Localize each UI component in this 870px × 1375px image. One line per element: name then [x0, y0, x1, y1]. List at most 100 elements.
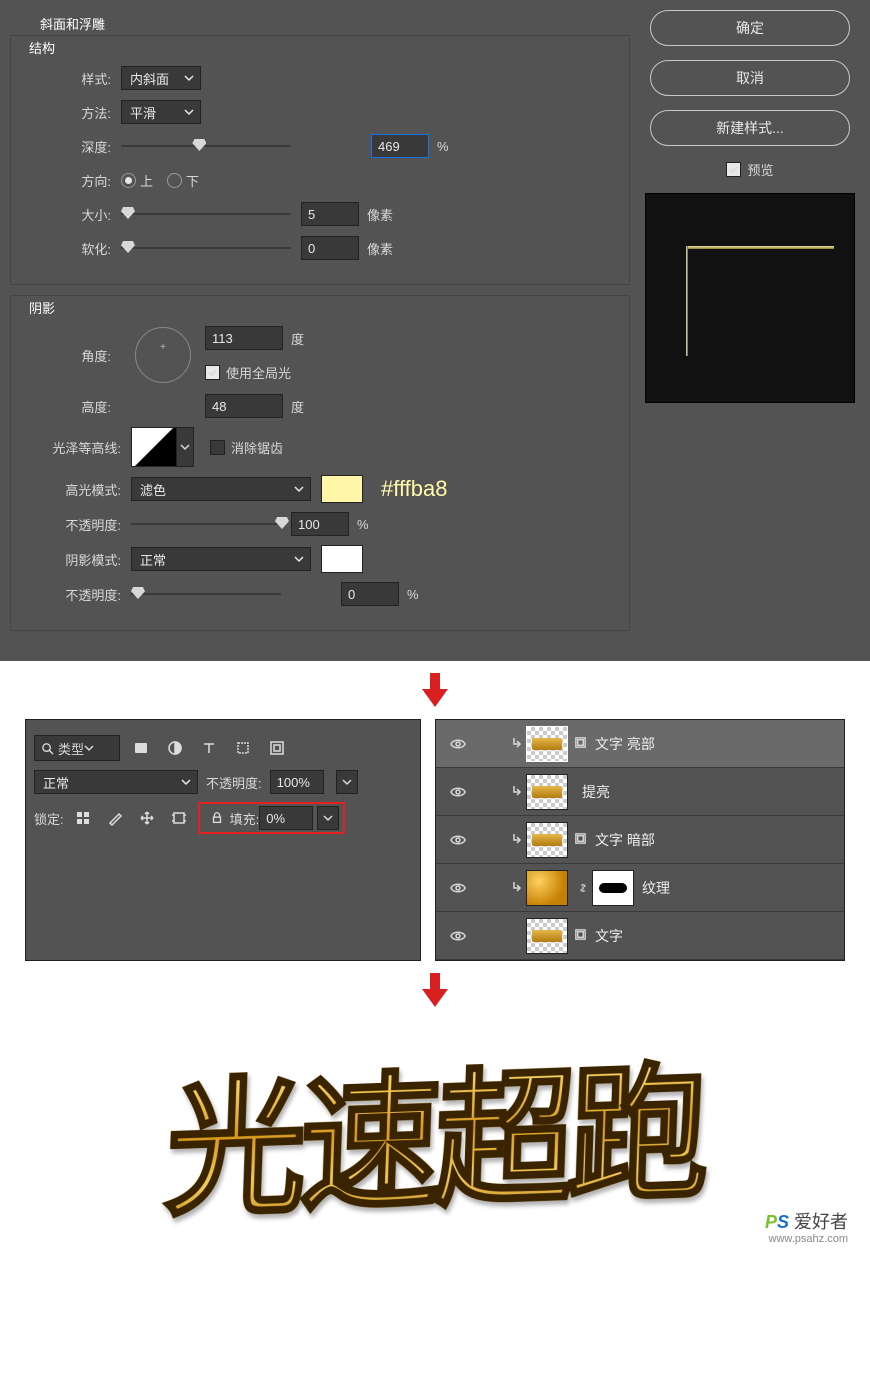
result-artwork: 光速超跑 [163, 1015, 707, 1246]
highlight-opacity-input[interactable]: 100 [291, 512, 349, 536]
new-style-button[interactable]: 新建样式... [650, 110, 850, 146]
global-light-checkbox[interactable] [205, 365, 220, 380]
arrow-down-icon [0, 673, 870, 707]
chevron-down-icon [84, 743, 94, 753]
filter-pixel-icon[interactable] [128, 736, 154, 760]
blend-mode-select[interactable]: 正常 [34, 770, 198, 794]
visibility-icon[interactable] [444, 736, 472, 752]
shadow-mode-select[interactable]: 正常 [131, 547, 311, 571]
layer-thumbnail[interactable] [526, 726, 568, 762]
lock-label: 锁定: [34, 809, 64, 828]
chevron-down-icon [184, 73, 194, 83]
global-light-label: 使用全局光 [226, 363, 291, 382]
layer-name[interactable]: 文字 [595, 926, 623, 946]
layer-name[interactable]: 纹理 [642, 878, 670, 898]
clip-indicator-icon [510, 784, 522, 799]
smartobj-icon [574, 928, 587, 944]
opacity-dropdown[interactable] [336, 770, 358, 794]
altitude-label: 高度: [21, 397, 121, 416]
chevron-down-icon [294, 484, 304, 494]
fill-dropdown[interactable] [317, 806, 339, 830]
smartobj-icon [574, 736, 587, 752]
structure-fieldset: 结构 样式: 内斜面 方法: 平滑 深度: [10, 35, 630, 285]
antialias-label: 消除锯齿 [231, 438, 283, 457]
visibility-icon[interactable] [444, 784, 472, 800]
lock-transparent-icon[interactable] [70, 806, 96, 830]
lock-move-icon[interactable] [134, 806, 160, 830]
preview-label: 预览 [747, 160, 773, 179]
gloss-contour-swatch[interactable] [131, 427, 177, 467]
layer-thumbnail[interactable] [526, 918, 568, 954]
visibility-icon[interactable] [444, 928, 472, 944]
lock-brush-icon[interactable] [102, 806, 128, 830]
highlight-opacity-label: 不透明度: [21, 515, 131, 534]
soften-label: 软化: [21, 239, 121, 258]
filter-type-select[interactable]: 类型 [34, 735, 120, 761]
layer-thumbnail[interactable] [526, 870, 568, 906]
layer-mask-thumbnail[interactable] [592, 870, 634, 906]
highlight-mode-select[interactable]: 滤色 [131, 477, 311, 501]
soften-input[interactable]: 0 [301, 236, 359, 260]
cancel-button[interactable]: 取消 [650, 60, 850, 96]
size-input[interactable]: 5 [301, 202, 359, 226]
structure-title: 结构 [29, 38, 619, 57]
angle-input[interactable]: 113 [205, 326, 283, 350]
soften-slider[interactable] [121, 247, 291, 249]
shadow-opacity-input[interactable]: 0 [341, 582, 399, 606]
direction-down-radio[interactable] [167, 173, 182, 188]
bevel-section-title: 斜面和浮雕 [40, 14, 630, 33]
filter-adjustment-icon[interactable] [162, 736, 188, 760]
gloss-contour-dropdown[interactable] [176, 427, 194, 467]
layer-row[interactable]: 文字 亮部 [436, 720, 844, 768]
visibility-icon[interactable] [444, 832, 472, 848]
depth-slider[interactable] [121, 145, 291, 147]
size-unit: 像素 [367, 205, 393, 224]
highlight-color-swatch[interactable] [321, 475, 363, 503]
gloss-label: 光泽等高线: [21, 438, 131, 457]
chevron-down-icon [181, 777, 191, 787]
size-label: 大小: [21, 205, 121, 224]
highlight-opacity-slider[interactable] [131, 523, 281, 525]
direction-down-label: 下 [186, 171, 199, 190]
layer-row[interactable]: 提亮 [436, 768, 844, 816]
layer-thumbnail[interactable] [526, 774, 568, 810]
antialias-checkbox[interactable] [210, 440, 225, 455]
arrow-down-icon [0, 973, 870, 1007]
filter-smart-icon[interactable] [264, 736, 290, 760]
layer-name[interactable]: 文字 亮部 [595, 734, 655, 754]
highlight-color-note: #fffba8 [381, 476, 447, 502]
shadow-mode-label: 阴影模式: [21, 550, 131, 569]
chevron-down-icon [294, 554, 304, 564]
shadow-color-swatch[interactable] [321, 545, 363, 573]
filter-type-icon[interactable] [196, 736, 222, 760]
layer-thumbnail[interactable] [526, 822, 568, 858]
style-select[interactable]: 内斜面 [121, 66, 201, 90]
filter-shape-icon[interactable] [230, 736, 256, 760]
layer-name[interactable]: 提亮 [582, 782, 610, 802]
layer-name[interactable]: 文字 暗部 [595, 830, 655, 850]
preview-checkbox[interactable] [726, 162, 741, 177]
direction-up-radio[interactable] [121, 173, 136, 188]
shadow-opacity-slider[interactable] [131, 593, 281, 595]
size-slider[interactable] [121, 213, 291, 215]
technique-label: 方法: [21, 103, 121, 122]
depth-label: 深度: [21, 137, 121, 156]
altitude-input[interactable]: 48 [205, 394, 283, 418]
layers-panel-list: 文字 亮部 提亮 文字 暗部 纹理 文字 [435, 719, 845, 961]
fill-input[interactable]: 0% [259, 806, 313, 830]
clip-indicator-icon [510, 736, 522, 751]
shading-title: 阴影 [29, 298, 619, 317]
layer-row[interactable]: 纹理 [436, 864, 844, 912]
opacity-label: 不透明度: [206, 773, 262, 792]
depth-input[interactable]: 469 [371, 134, 429, 158]
angle-dial[interactable]: + [135, 327, 191, 383]
layer-row[interactable]: 文字 [436, 912, 844, 960]
ok-button[interactable]: 确定 [650, 10, 850, 46]
technique-select[interactable]: 平滑 [121, 100, 201, 124]
visibility-icon[interactable] [444, 880, 472, 896]
layer-row[interactable]: 文字 暗部 [436, 816, 844, 864]
smartobj-icon [574, 832, 587, 848]
opacity-input[interactable]: 100% [270, 770, 324, 794]
lock-artboard-icon[interactable] [166, 806, 192, 830]
lock-all-icon[interactable] [204, 806, 230, 830]
